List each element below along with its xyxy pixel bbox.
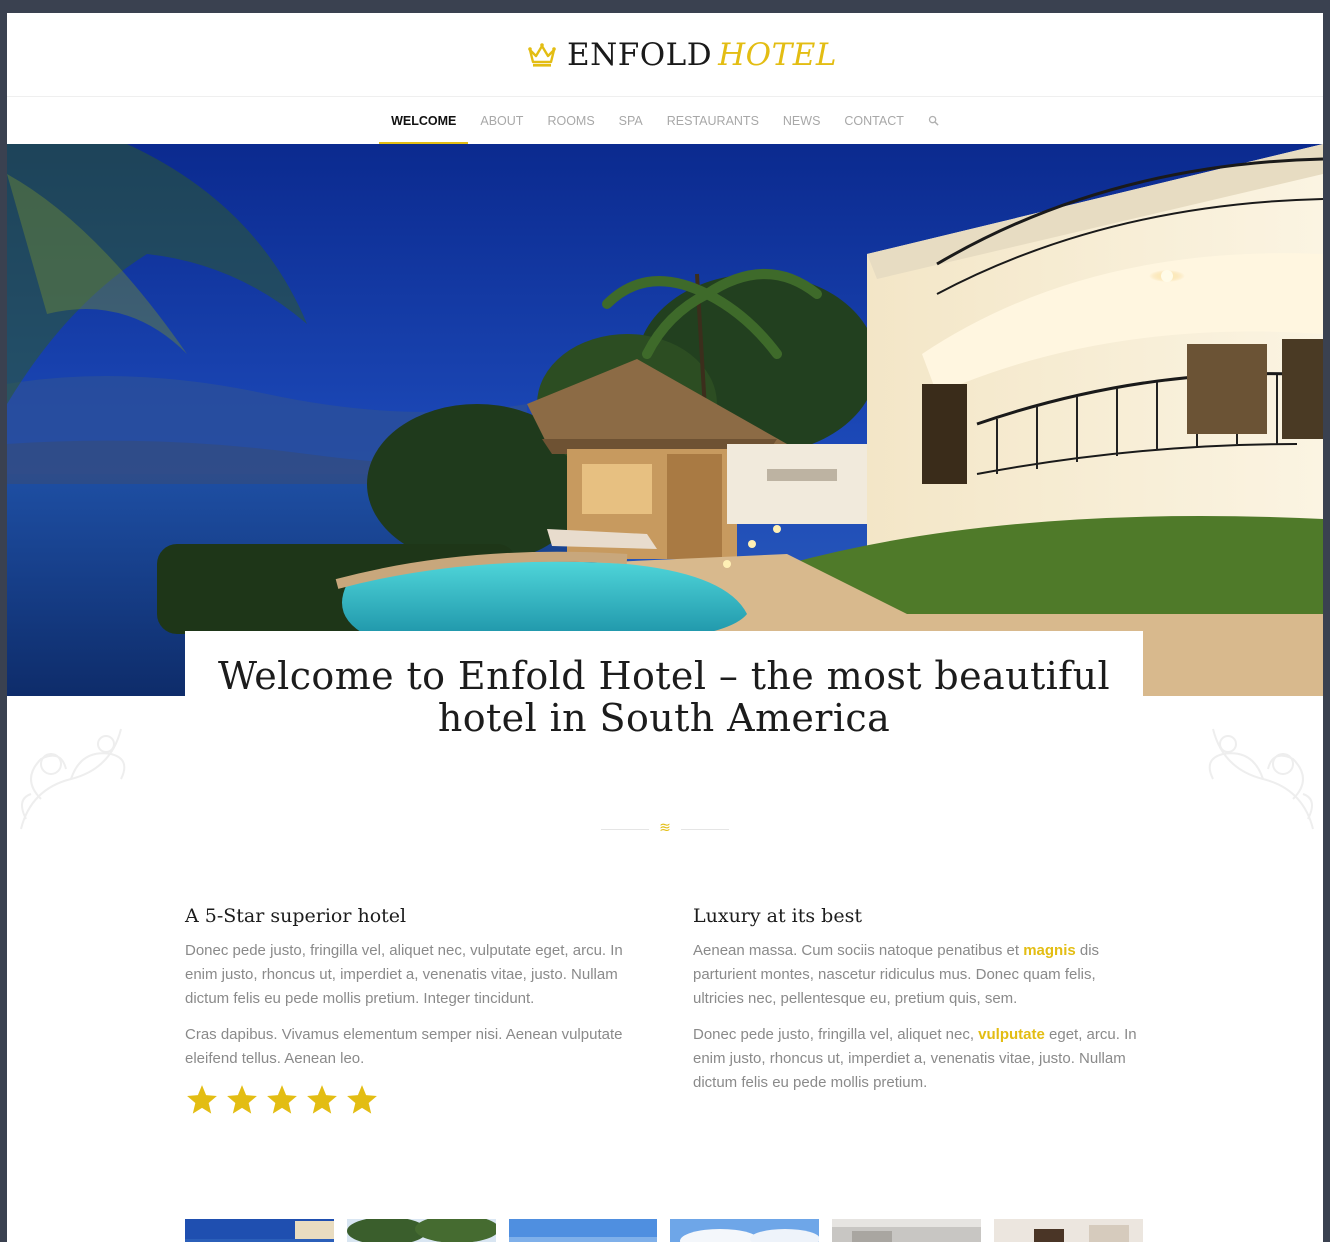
site-logo[interactable]: ENFOLD HOTEL [527, 35, 837, 75]
nav-search-button[interactable] [916, 97, 951, 144]
gallery-thumbnail[interactable] [346, 1219, 496, 1242]
gallery-thumbnails [185, 1219, 1143, 1242]
column-paragraph: Donec pede justo, fringilla vel, aliquet… [693, 1023, 1148, 1095]
nav-item-label: SPA [618, 113, 643, 128]
welcome-card: Welcome to Enfold Hotel – the most beaut… [185, 631, 1143, 763]
star-icon [187, 1085, 217, 1114]
section-divider: ≋ [601, 820, 729, 839]
star-rating [185, 1083, 640, 1117]
hero-image [7, 144, 1323, 696]
nav-item-about[interactable]: ABOUT [468, 97, 535, 144]
gallery-thumbnail[interactable] [832, 1219, 982, 1242]
gallery-thumbnail[interactable] [185, 1219, 334, 1242]
floral-ornament-left [20, 728, 126, 830]
hero-scene [7, 144, 1323, 696]
nav-item-spa[interactable]: SPA [607, 97, 655, 144]
column-heading: Luxury at its best [693, 905, 862, 927]
header: ENFOLD HOTEL [7, 13, 1323, 97]
paragraph-text: Aenean massa. Cum sociis natoque penatib… [693, 942, 1024, 959]
logo-accent: HOTEL [718, 37, 837, 73]
nav-item-contact[interactable]: CONTACT [832, 97, 916, 144]
feature-column-left: A 5-Star superior hotel Donec pede justo… [185, 903, 640, 1117]
gallery-thumbnail[interactable] [994, 1219, 1143, 1242]
nav-item-restaurants[interactable]: RESTAURANTS [655, 97, 771, 144]
star-icon [227, 1085, 257, 1114]
search-icon [928, 115, 939, 126]
logo-main: ENFOLD [567, 37, 713, 73]
nav-item-label: RESTAURANTS [666, 113, 759, 128]
gallery-thumbnail[interactable] [670, 1219, 820, 1242]
logo-text: ENFOLD HOTEL [567, 37, 837, 73]
highlight-link[interactable]: magnis [1023, 942, 1076, 959]
nav-item-rooms[interactable]: ROOMS [535, 97, 606, 144]
column-paragraph: Cras dapibus. Vivamus elementum semper n… [185, 1026, 623, 1067]
nav-item-label: WELCOME [391, 113, 457, 128]
waves-icon: ≋ [659, 820, 671, 836]
nav-item-label: ROOMS [547, 113, 595, 128]
highlight-link[interactable]: vulputate [978, 1026, 1045, 1043]
feature-column-right: Luxury at its best Aenean massa. Cum soc… [693, 903, 1148, 1107]
column-paragraph: Aenean massa. Cum sociis natoque penatib… [693, 939, 1148, 1011]
floral-ornament-right [1208, 728, 1314, 830]
divider-line [601, 829, 649, 830]
nav-item-label: NEWS [782, 113, 821, 128]
star-icon [347, 1085, 377, 1114]
crown-icon [528, 43, 556, 67]
star-icon [307, 1085, 337, 1114]
divider-line [681, 829, 729, 830]
column-paragraph: Donec pede justo, fringilla vel, aliquet… [185, 942, 623, 1007]
welcome-heading: Welcome to Enfold Hotel – the most beaut… [217, 654, 1111, 740]
paragraph-text: Donec pede justo, fringilla vel, aliquet… [693, 1026, 979, 1043]
nav-item-welcome[interactable]: WELCOME [379, 97, 469, 144]
gallery-thumbnail[interactable] [508, 1219, 658, 1242]
nav-item-label: CONTACT [844, 113, 904, 128]
main-nav: WELCOME ABOUT ROOMS SPA RESTAURANTS NEWS… [7, 97, 1323, 144]
nav-item-news[interactable]: NEWS [771, 97, 833, 144]
star-icon [267, 1085, 297, 1114]
column-heading: A 5-Star superior hotel [185, 905, 407, 927]
nav-item-label: ABOUT [480, 113, 524, 128]
page: ENFOLD HOTEL WELCOME ABOUT ROOMS SPA REST… [7, 13, 1323, 1242]
